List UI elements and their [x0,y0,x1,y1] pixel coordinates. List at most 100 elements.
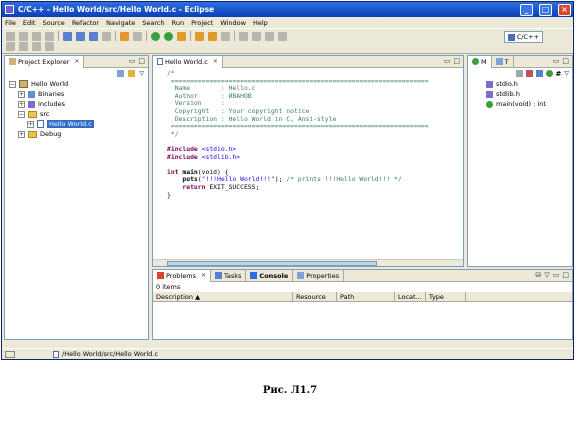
horizontal-scrollbar[interactable] [153,259,463,266]
menu-refactor[interactable]: Refactor [72,19,99,27]
view-menu-icon[interactable]: ▽ [544,271,549,279]
scrollbar-thumb[interactable] [167,261,377,266]
col-path[interactable]: Path [337,292,395,301]
maximize-button[interactable]: □ [539,3,552,16]
pin-icon[interactable] [278,31,287,41]
menu-source[interactable]: Source [42,19,64,27]
tab-project-explorer[interactable]: Project Explorer ✕ [5,55,85,68]
minimize-view-icon[interactable]: ▭ [129,57,136,65]
filter-icon[interactable]: ⛁ [535,271,541,279]
tab-hello-world-c[interactable]: Hello World.c ✕ [153,55,223,68]
col-resource[interactable]: Resource [293,292,337,301]
maximize-view-icon[interactable]: □ [562,271,569,279]
print-icon[interactable] [45,31,54,41]
menu-run[interactable]: Run [172,19,184,27]
outline-item[interactable]: stdio.h [486,79,572,89]
tab-properties-label: Properties [306,271,340,280]
src-label: src [40,110,50,118]
expand-icon[interactable]: + [18,100,25,108]
new-icon[interactable] [6,31,15,41]
close-button[interactable]: × [558,3,571,16]
last-edit-icon[interactable] [265,31,274,41]
tab-properties[interactable]: Properties [293,269,345,282]
menu-window[interactable]: Window [220,19,246,27]
minimize-view-icon[interactable]: ▭ [553,271,560,279]
menu-file[interactable]: File [5,19,16,27]
view-menu-icon[interactable]: ▽ [139,70,144,77]
outline-item[interactable]: main(void) : int [486,99,572,109]
debug-label: Debug [40,130,62,138]
collapse-icon[interactable]: − [9,80,16,88]
tree-row-debug[interactable]: + Debug [9,129,148,139]
tab-tasks[interactable]: Tasks [211,269,247,282]
tree-row-hello-c[interactable]: + Hello World.c [9,119,148,129]
tree-row-src[interactable]: − src [9,109,148,119]
run-icon[interactable] [164,31,173,41]
close-tab-icon[interactable]: ✕ [201,272,206,279]
menu-search[interactable]: Search [142,19,164,27]
new-file-icon[interactable] [102,31,111,41]
col-description[interactable]: Description ▲ [153,292,293,301]
maximize-view-icon[interactable]: □ [453,57,460,65]
search-file-icon[interactable] [221,31,230,41]
new-class-icon[interactable] [89,31,98,41]
back-icon[interactable] [32,42,41,51]
perspective-switcher[interactable]: C/C++ [503,31,543,43]
tab-console[interactable]: Console [246,269,294,282]
hide-nonpublic-icon[interactable] [545,70,553,77]
new-project-icon[interactable] [76,31,85,41]
menu-navigate[interactable]: Navigate [106,19,135,27]
minimize-button[interactable]: _ [520,3,533,16]
minimize-view-icon[interactable]: ▭ [444,57,451,65]
annotation-prev-icon[interactable] [252,31,261,41]
tab-problems[interactable]: Problems ✕ [153,269,211,282]
debug-icon[interactable] [120,31,129,41]
profile-icon[interactable] [151,31,160,41]
minimize-view-icon[interactable]: ▭ [553,57,560,65]
prev-annotation-icon[interactable] [19,42,28,51]
build-icon[interactable] [63,31,72,41]
collapse-icon[interactable]: − [18,110,25,118]
col-type[interactable]: Type [426,292,466,301]
expand-icon[interactable]: + [27,120,34,128]
expand-icon[interactable]: + [18,130,25,138]
search-icon[interactable] [133,31,142,41]
menu-edit[interactable]: Edit [23,19,36,27]
expand-icon[interactable]: + [18,90,25,98]
tree-row-binaries[interactable]: + Binaries [9,89,148,99]
hash-icon[interactable]: # [556,70,562,78]
maximize-view-icon[interactable]: □ [138,57,145,65]
next-annotation-icon[interactable] [6,42,15,51]
maximize-view-icon[interactable]: □ [562,57,569,65]
view-menu-icon[interactable]: ▽ [564,70,569,77]
outline-item[interactable]: stdlib.h [486,89,572,99]
fast-view-icon[interactable] [5,350,15,358]
tab-tasks-label: Tasks [224,271,242,280]
tab-type-hierarchy[interactable]: T [492,55,514,68]
open-type-icon[interactable] [195,31,204,41]
tree-row-project[interactable]: − Hello World [9,79,148,89]
save-all-icon[interactable] [32,31,41,41]
hide-fields-icon[interactable] [525,70,533,77]
close-tab-icon[interactable]: ✕ [213,58,218,65]
c-file-icon [53,350,59,358]
sort-icon[interactable] [515,70,523,77]
menu-help[interactable]: Help [253,19,268,27]
save-icon[interactable] [19,31,28,41]
tasks-icon [215,272,222,279]
menu-project[interactable]: Project [191,19,213,27]
tree-row-includes[interactable]: + Includes [9,99,148,109]
annotation-next-icon[interactable] [239,31,248,41]
forward-icon[interactable] [45,42,54,51]
close-tab-icon[interactable]: ✕ [74,58,79,65]
collapse-all-icon[interactable] [117,70,125,77]
open-element-icon[interactable] [208,31,217,41]
tab-outline[interactable]: M [468,55,492,68]
col-location[interactable]: Locat... [395,292,426,301]
hide-static-icon[interactable] [535,70,543,77]
link-editor-icon[interactable] [128,70,136,77]
external-tools-icon[interactable] [177,31,186,41]
problems-header: Problems ✕ Tasks Console Properties ⛁ ▽ … [153,269,572,282]
outline-panel: M T ▭ □ # ▽ stdio.h stdlib.h main(void) … [467,55,573,267]
code-editor[interactable]: /* =====================================… [153,68,463,199]
